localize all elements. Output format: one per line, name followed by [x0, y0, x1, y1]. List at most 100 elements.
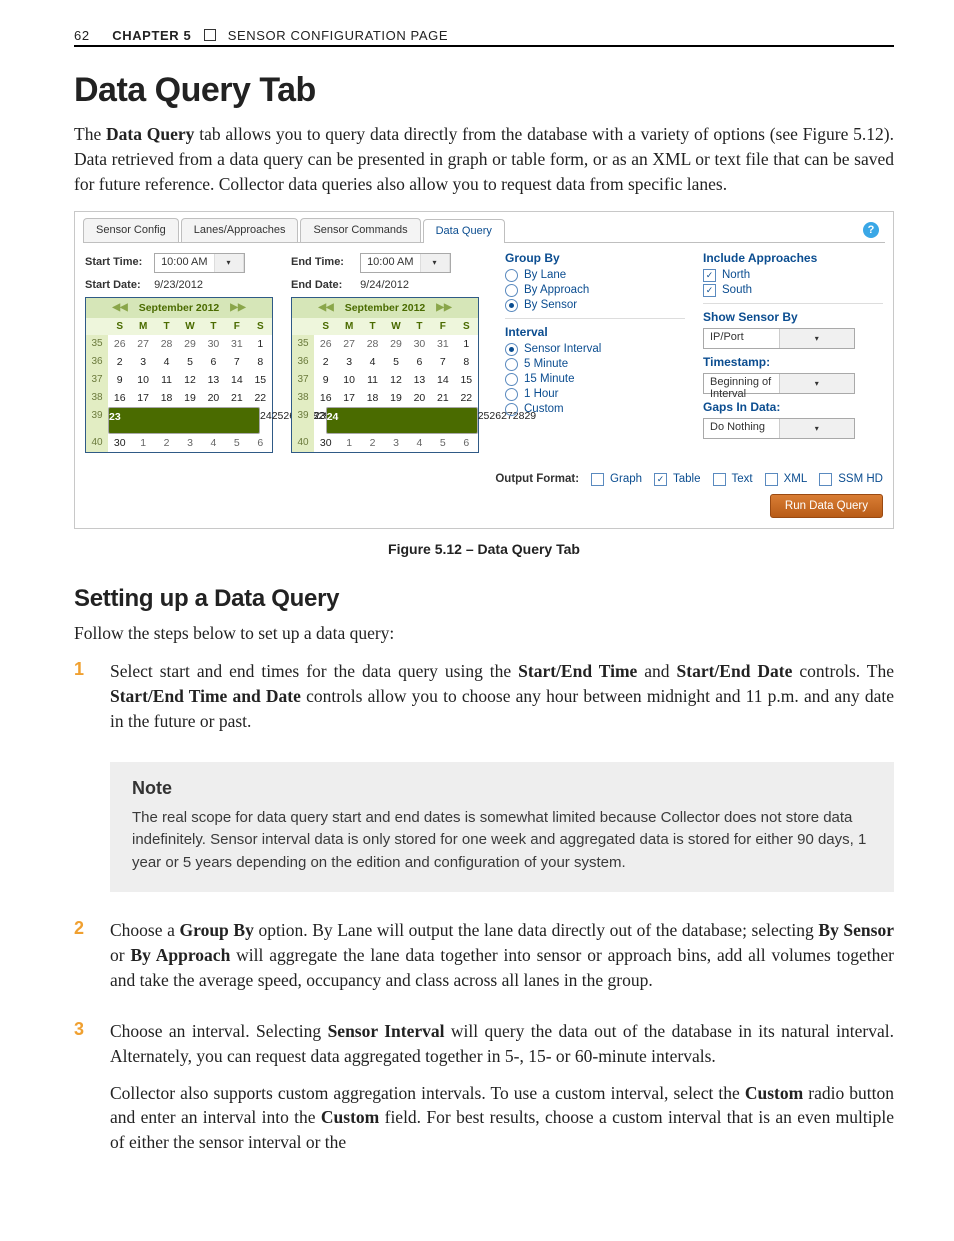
start-calendar[interactable]: ◀◀September 2012▶▶SMTWTFS352627282930311…	[85, 297, 273, 453]
calendar-day[interactable]: 11	[155, 371, 178, 389]
calendar-day[interactable]: 25	[478, 407, 490, 434]
chevron-down-icon[interactable]: ▾	[215, 254, 244, 272]
radio-5-minute[interactable]: 5 Minute	[505, 358, 685, 371]
calendar-day[interactable]: 31	[225, 335, 248, 353]
calendar-day[interactable]: 17	[337, 389, 360, 407]
calendar-day[interactable]: 13	[202, 371, 225, 389]
calendar-day[interactable]: 18	[155, 389, 178, 407]
calendar-day[interactable]: 1	[249, 335, 272, 353]
calendar-day[interactable]: 3	[131, 353, 154, 371]
calendar-day[interactable]: 6	[202, 353, 225, 371]
radio-custom[interactable]: Custom	[505, 403, 685, 416]
calendar-day[interactable]: 6	[249, 434, 272, 452]
calendar-day[interactable]: 4	[202, 434, 225, 452]
calendar-day[interactable]: 2	[155, 434, 178, 452]
calendar-day[interactable]: 3	[337, 353, 360, 371]
calendar-day[interactable]: 29	[384, 335, 407, 353]
calendar-day[interactable]: 30	[202, 335, 225, 353]
calendar-day[interactable]: 3	[384, 434, 407, 452]
radio-by-lane[interactable]: By Lane	[505, 269, 685, 282]
radio-1-hour[interactable]: 1 Hour	[505, 388, 685, 401]
checkbox-ssm-hd[interactable]: SSM HD	[819, 473, 883, 486]
calendar-day[interactable]: 30	[314, 434, 337, 452]
calendar-day[interactable]: 13	[408, 371, 431, 389]
gaps-select[interactable]: Do Nothing▾	[703, 418, 855, 439]
calendar-day[interactable]: 4	[408, 434, 431, 452]
radio-15-minute[interactable]: 15 Minute	[505, 373, 685, 386]
calendar-day[interactable]: 4	[155, 353, 178, 371]
calendar-day[interactable]: 7	[225, 353, 248, 371]
calendar-day[interactable]: 3	[178, 434, 201, 452]
end-time-input[interactable]: 10:00 AM ▾	[360, 253, 450, 273]
calendar-day[interactable]: 9	[314, 371, 337, 389]
radio-by-sensor[interactable]: By Sensor	[505, 299, 685, 312]
chevron-down-icon[interactable]: ▾	[779, 419, 855, 438]
calendar-day[interactable]: 5	[431, 434, 454, 452]
tab-lanes-approaches[interactable]: Lanes/Approaches	[181, 218, 299, 242]
calendar-day[interactable]: 29	[178, 335, 201, 353]
calendar-day[interactable]: 28	[155, 335, 178, 353]
calendar-day[interactable]: 25	[272, 407, 284, 434]
chevron-down-icon[interactable]: ▾	[779, 329, 855, 348]
calendar-day[interactable]: 22	[455, 389, 478, 407]
calendar-day[interactable]: 24	[326, 407, 478, 434]
calendar-day[interactable]: 16	[108, 389, 131, 407]
calendar-day[interactable]: 6	[408, 353, 431, 371]
calendar-day[interactable]: 14	[225, 371, 248, 389]
run-data-query-button[interactable]: Run Data Query	[770, 494, 883, 518]
calendar-day[interactable]: 8	[249, 353, 272, 371]
calendar-day[interactable]: 30	[408, 335, 431, 353]
calendar-day[interactable]: 8	[455, 353, 478, 371]
calendar-day[interactable]: 30	[108, 434, 131, 452]
calendar-day[interactable]: 26	[108, 335, 131, 353]
chevron-down-icon[interactable]: ▾	[779, 374, 855, 393]
calendar-day[interactable]: 2	[361, 434, 384, 452]
tab-data-query[interactable]: Data Query	[423, 219, 505, 243]
calendar-day[interactable]: 1	[337, 434, 360, 452]
calendar-day[interactable]: 27	[131, 335, 154, 353]
calendar-day[interactable]: 15	[455, 371, 478, 389]
calendar-day[interactable]: 28	[361, 335, 384, 353]
end-calendar[interactable]: ◀◀September 2012▶▶SMTWTFS352627282930311…	[291, 297, 479, 453]
calendar-day[interactable]: 27	[337, 335, 360, 353]
cal-next-icon[interactable]: ▶▶	[433, 302, 454, 313]
calendar-day[interactable]: 15	[249, 371, 272, 389]
show-sensor-by-select[interactable]: IP/Port▾	[703, 328, 855, 349]
calendar-day[interactable]: 1	[131, 434, 154, 452]
radio-by-approach[interactable]: By Approach	[505, 284, 685, 297]
calendar-day[interactable]: 12	[384, 371, 407, 389]
calendar-day[interactable]: 6	[455, 434, 478, 452]
calendar-day[interactable]: 5	[178, 353, 201, 371]
checkbox-graph[interactable]: Graph	[591, 473, 642, 486]
calendar-day[interactable]: 1	[455, 335, 478, 353]
checkbox-table[interactable]: Table	[654, 473, 701, 486]
calendar-day[interactable]: 20	[202, 389, 225, 407]
cal-next-icon[interactable]: ▶▶	[227, 302, 248, 313]
calendar-day[interactable]: 31	[431, 335, 454, 353]
calendar-day[interactable]: 11	[361, 371, 384, 389]
tab-sensor-config[interactable]: Sensor Config	[83, 218, 179, 242]
calendar-day[interactable]: 23	[314, 407, 326, 434]
calendar-day[interactable]: 22	[249, 389, 272, 407]
radio-sensor-interval[interactable]: Sensor Interval	[505, 343, 685, 356]
calendar-day[interactable]: 21	[431, 389, 454, 407]
checkbox-south[interactable]: South	[703, 284, 883, 297]
calendar-day[interactable]: 2	[314, 353, 337, 371]
calendar-day[interactable]: 9	[108, 371, 131, 389]
calendar-day[interactable]: 4	[361, 353, 384, 371]
calendar-day[interactable]: 21	[225, 389, 248, 407]
checkbox-north[interactable]: North	[703, 269, 883, 282]
tab-sensor-commands[interactable]: Sensor Commands	[300, 218, 420, 242]
chevron-down-icon[interactable]: ▾	[421, 254, 450, 272]
calendar-day[interactable]: 19	[178, 389, 201, 407]
calendar-day[interactable]: 26	[314, 335, 337, 353]
calendar-day[interactable]: 18	[361, 389, 384, 407]
cal-prev-icon[interactable]: ◀◀	[109, 302, 130, 313]
calendar-day[interactable]: 5	[384, 353, 407, 371]
calendar-day[interactable]: 5	[225, 434, 248, 452]
calendar-day[interactable]: 2	[108, 353, 131, 371]
calendar-day[interactable]: 24	[260, 407, 272, 434]
cal-prev-icon[interactable]: ◀◀	[315, 302, 336, 313]
calendar-day[interactable]: 12	[178, 371, 201, 389]
calendar-day[interactable]: 23	[108, 407, 260, 434]
